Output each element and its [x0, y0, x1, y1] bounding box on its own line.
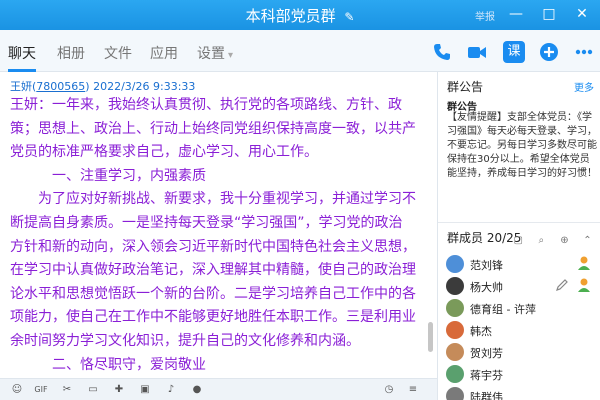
maximize-button[interactable]: □: [538, 3, 560, 25]
section-heading: 二、恪尽职守，爱岗敬业: [52, 356, 206, 373]
add-member-icon[interactable]: ⊕: [558, 234, 571, 247]
video-icon[interactable]: [466, 41, 488, 63]
tab-album[interactable]: 相册: [57, 43, 85, 63]
screenshot-icon[interactable]: ◷: [382, 383, 396, 397]
avatar: [446, 343, 464, 361]
right-panel: 群公告 更多 群公告 【友情提醒】支部全体党员：《学习强国》每天必每天登录、学习…: [438, 72, 600, 400]
avatar: [446, 387, 464, 400]
owner-badge-icon: [578, 278, 590, 292]
group-name: 本科部党员群: [245, 7, 336, 25]
avatar: [446, 299, 464, 317]
notice-more-link[interactable]: 更多: [574, 79, 594, 94]
tab-settings[interactable]: 设置 ▾: [197, 43, 233, 63]
chevron-down-icon: ▾: [228, 50, 234, 61]
notice-header: 群公告: [447, 80, 484, 94]
edit-icon[interactable]: [554, 277, 570, 293]
phone-icon[interactable]: [431, 41, 453, 63]
title-bar: 本科部党员群 ✎ 举报 — □ ✕: [0, 0, 600, 30]
message-line: 在学习中认真做好政治笔记，深入理解其中精髓，使自己的政治理: [10, 262, 416, 279]
class-icon[interactable]: 课: [503, 41, 525, 63]
avatar: [446, 277, 464, 295]
member-row[interactable]: 范刘锋: [446, 254, 596, 276]
folder-icon[interactable]: ▭: [86, 383, 100, 397]
message-body: 王妍：一年来，我始终认真贯彻、执行党的各项路线、方针、政 策；思想上、政治上、行…: [10, 94, 426, 377]
member-tools: ▢ ⌕ ⊕ ⌃: [507, 228, 594, 247]
divider: [438, 222, 600, 223]
add-icon[interactable]: [538, 41, 560, 63]
section-heading: 一、注重学习，内强素质: [52, 167, 206, 184]
chat-scrollbar[interactable]: [428, 322, 433, 352]
mic-icon[interactable]: ●: [190, 383, 204, 397]
message-line: 断提高自身素质。一是坚持每天登录“学习强国”，学习党的政治: [10, 214, 403, 231]
member-row[interactable]: 德育组 - 许萍: [446, 298, 596, 320]
history-icon[interactable]: ≡: [406, 383, 420, 397]
message-line: 王妍：一年来，我始终认真贯彻、执行党的各项路线、方针、政: [10, 97, 402, 113]
image-icon[interactable]: ▣: [138, 383, 152, 397]
collapse-icon[interactable]: ⌃: [581, 234, 594, 247]
member-row[interactable]: 韩杰: [446, 320, 596, 342]
chat-area[interactable]: 王妍(7800565) 2022/3/26 9:33:33 王妍：一年来，我始终…: [0, 72, 437, 378]
edit-icon[interactable]: ✎: [344, 10, 354, 24]
chat-bubble-icon[interactable]: ▢: [512, 234, 525, 247]
message-header: 王妍(7800565) 2022/3/26 9:33:33: [10, 80, 196, 93]
more-icon[interactable]: [573, 41, 595, 63]
emoji-icon[interactable]: ☺: [10, 383, 24, 397]
member-row[interactable]: 杨大帅: [446, 276, 596, 298]
message-time: 2022/3/26 9:33:33: [93, 80, 196, 93]
minimize-button[interactable]: —: [505, 3, 527, 25]
admin-badge-icon: [578, 256, 590, 270]
message-line: 余时间努力学习文化知识，提升自己的文化修养和内涵。: [10, 332, 360, 349]
sender-name[interactable]: 王妍: [10, 80, 32, 93]
member-row[interactable]: 贺刘芳: [446, 342, 596, 364]
avatar: [446, 255, 464, 273]
message-line: 策；思想上、政治上、行动上始终同党组织保持高度一致，以共产: [10, 120, 416, 137]
avatar: [446, 321, 464, 339]
message-line: 论水平和思想觉悟跃一个新的台阶。二是学习培养自己工作中的各: [10, 285, 416, 302]
tab-settings-label: 设置: [197, 46, 225, 62]
tab-apps[interactable]: 应用: [150, 43, 178, 63]
message-line: 为了应对好新挑战、新要求，我十分重视学习，并通过学习不: [38, 191, 416, 208]
avatar: [446, 365, 464, 383]
member-name: 杨大帅: [470, 281, 503, 294]
search-icon[interactable]: ⌕: [535, 234, 548, 247]
report-link[interactable]: 举报: [475, 8, 495, 23]
tab-chat[interactable]: 聊天: [8, 43, 36, 63]
message-line: 方针和新的动向，深入领会习近平新时代中国特色社会主义思想，: [10, 238, 416, 255]
tab-files[interactable]: 文件: [104, 43, 132, 63]
member-name: 范刘锋: [470, 259, 503, 272]
scissors-icon[interactable]: ✂: [60, 383, 74, 397]
member-row[interactable]: 蒋宇芬: [446, 364, 596, 386]
message-line: 党员的标准严格要求自己，虚心学习、用心工作。: [10, 144, 318, 161]
close-button[interactable]: ✕: [571, 3, 593, 25]
input-toolbar: ☺ GIF ✂ ▭ ✚ ▣ ♪ ● ◷ ≡: [0, 378, 437, 400]
sender-qq[interactable]: 7800565: [36, 80, 85, 93]
member-name: 陆群伟: [470, 391, 503, 400]
member-row[interactable]: 陆群伟: [446, 386, 596, 400]
gif-icon[interactable]: GIF: [34, 383, 48, 397]
message-line: 项能力，使自己在工作中不能够更好地胜任本职工作。三是利用业: [10, 309, 416, 326]
member-name: 蒋宇芬: [470, 369, 503, 382]
notice-text[interactable]: 【友情提醒】支部全体党员：《学习强国》每天必每天登录、学习，不要忘记。另每日学习…: [447, 111, 597, 181]
voice-icon[interactable]: ♪: [164, 383, 178, 397]
member-name: 贺刘芳: [470, 347, 503, 360]
member-name: 德育组 - 许萍: [470, 303, 536, 316]
puzzle-icon[interactable]: ✚: [112, 383, 126, 397]
member-name: 韩杰: [470, 325, 492, 338]
